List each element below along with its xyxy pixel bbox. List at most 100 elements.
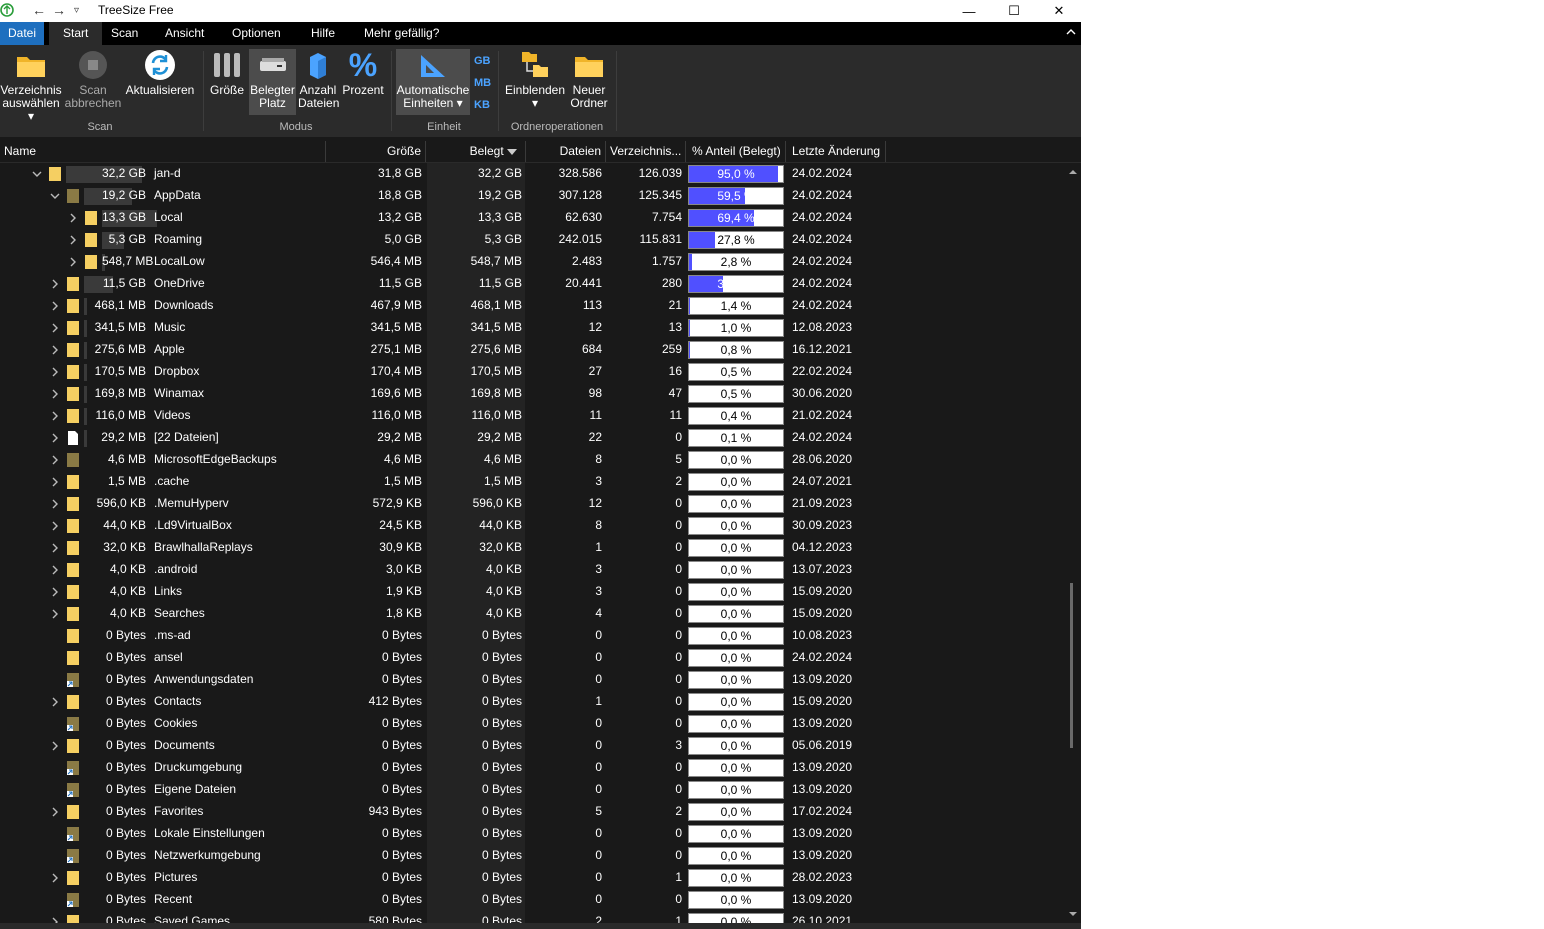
- close-button[interactable]: ✕: [1036, 0, 1081, 22]
- table-row[interactable]: 0 Bytes ansel 0 Bytes 0 Bytes 0 0 0,0 % 24.02.2…: [0, 647, 1065, 669]
- mode-percent-button[interactable]: % Prozent: [340, 49, 386, 97]
- chevron-right-icon[interactable]: [50, 323, 60, 333]
- table-row[interactable]: 4,0 KB .android 3,0 KB 4,0 KB 3 0 0,0 % 13.07.2…: [0, 559, 1065, 581]
- chevron-right-icon[interactable]: [50, 521, 60, 531]
- refresh-button[interactable]: Aktualisieren: [124, 49, 196, 97]
- chevron-right-icon[interactable]: [50, 433, 60, 443]
- chevron-right-icon[interactable]: [50, 565, 60, 575]
- menu-optionen[interactable]: Optionen: [224, 22, 289, 45]
- table-row[interactable]: 0 Bytes Eigene Dateien 0 Bytes 0 Bytes 0 0 0,0…: [0, 779, 1065, 801]
- chevron-down-icon[interactable]: [50, 191, 60, 201]
- abort-scan-button[interactable]: Scan abbrechen: [64, 49, 122, 110]
- mode-file-count-button[interactable]: Anzahl Dateien: [298, 49, 339, 110]
- table-row[interactable]: 169,8 MB Winamax 169,6 MB 169,8 MB 98 47 0,5 %…: [0, 383, 1065, 405]
- table-row[interactable]: 0 Bytes Druckumgebung 0 Bytes 0 Bytes 0 0 0,0 …: [0, 757, 1065, 779]
- mode-used-space-button[interactable]: Belegter Platz: [249, 49, 296, 115]
- chevron-right-icon[interactable]: [50, 543, 60, 553]
- chevron-right-icon[interactable]: [50, 455, 60, 465]
- column-header-percent[interactable]: % Anteil (Belegt): [686, 141, 786, 162]
- column-header-used[interactable]: Belegt: [426, 141, 526, 162]
- chevron-right-icon[interactable]: [50, 741, 60, 751]
- menu-ansicht[interactable]: Ansicht: [157, 22, 212, 45]
- table-row[interactable]: 548,7 MB LocalLow 546,4 MB 548,7 MB 2.483 1.7…: [0, 251, 1065, 273]
- chevron-right-icon[interactable]: [50, 367, 60, 377]
- folder-icon: [67, 695, 79, 709]
- menu-mehr-gefaellig[interactable]: Mehr gefällig?: [356, 22, 447, 45]
- chevron-right-icon[interactable]: [50, 389, 60, 399]
- table-row[interactable]: 29,2 MB [22 Dateien] 29,2 MB 29,2 MB 22 0 0,1 …: [0, 427, 1065, 449]
- column-header-directories[interactable]: Verzeichnis...: [606, 141, 686, 162]
- menu-scan[interactable]: Scan: [103, 22, 146, 45]
- chevron-right-icon[interactable]: [50, 477, 60, 487]
- table-row[interactable]: 13,3 GB Local 13,2 GB 13,3 GB 62.630 7.754 69,…: [0, 207, 1065, 229]
- table-row[interactable]: 44,0 KB .Ld9VirtualBox 24,5 KB 44,0 KB 8 0 0,0…: [0, 515, 1065, 537]
- chevron-right-icon[interactable]: [50, 279, 60, 289]
- menu-datei[interactable]: Datei: [0, 22, 45, 45]
- unit-gb-button[interactable]: GB: [474, 55, 491, 67]
- table-row[interactable]: 0 Bytes Favorites 943 Bytes 0 Bytes 5 2 0,0 % 1…: [0, 801, 1065, 823]
- chevron-right-icon[interactable]: [50, 301, 60, 311]
- chevron-right-icon[interactable]: [50, 873, 60, 883]
- table-row[interactable]: 1,5 MB .cache 1,5 MB 1,5 MB 3 2 0,0 % 24.07.202…: [0, 471, 1065, 493]
- chevron-right-icon[interactable]: [50, 499, 60, 509]
- column-header-modified[interactable]: Letzte Änderung: [786, 141, 886, 162]
- auto-units-button[interactable]: Automatische Einheiten ▾: [396, 49, 470, 115]
- table-row[interactable]: 116,0 MB Videos 116,0 MB 116,0 MB 11 11 0,4 % 2…: [0, 405, 1065, 427]
- minimize-button[interactable]: —: [946, 0, 992, 22]
- scrollbar-thumb[interactable]: [1070, 583, 1073, 748]
- table-row[interactable]: 0 Bytes Netzwerkumgebung 0 Bytes 0 Bytes 0 0 0…: [0, 845, 1065, 867]
- table-row[interactable]: 0 Bytes Documents 0 Bytes 0 Bytes 0 3 0,0 % 05.…: [0, 735, 1065, 757]
- unit-kb-button[interactable]: KB: [474, 99, 490, 111]
- select-directory-button[interactable]: Verzeichnis auswählen ▾: [0, 49, 62, 123]
- chevron-right-icon[interactable]: [50, 587, 60, 597]
- menu-start[interactable]: Start: [49, 22, 103, 45]
- show-button[interactable]: Einblenden ▾: [504, 49, 566, 110]
- table-row[interactable]: 32,2 GB jan-d 31,8 GB 32,2 GB 328.586 126.039…: [0, 163, 1065, 185]
- forward-arrow-icon[interactable]: →: [52, 2, 66, 18]
- column-header-name[interactable]: Name: [0, 141, 326, 162]
- menu-hilfe[interactable]: Hilfe: [303, 22, 343, 45]
- table-row[interactable]: 4,0 KB Links 1,9 KB 4,0 KB 3 0 0,0 % 15.09.2020: [0, 581, 1065, 603]
- chevron-down-icon[interactable]: [32, 169, 42, 179]
- chevron-right-icon[interactable]: [50, 807, 60, 817]
- chevron-right-icon[interactable]: [50, 697, 60, 707]
- chevron-right-icon[interactable]: [50, 609, 60, 619]
- column-header-size[interactable]: Größe: [326, 141, 426, 162]
- table-row[interactable]: 596,0 KB .MemuHyperv 572,9 KB 596,0 KB 12 0 0,…: [0, 493, 1065, 515]
- horizontal-scrollbar[interactable]: [0, 923, 1081, 929]
- column-header-files[interactable]: Dateien: [526, 141, 606, 162]
- table-row[interactable]: 0 Bytes .ms-ad 0 Bytes 0 Bytes 0 0 0,0 % 10.08.…: [0, 625, 1065, 647]
- table-row[interactable]: 275,6 MB Apple 275,1 MB 275,6 MB 684 259 0,8 %…: [0, 339, 1065, 361]
- table-row[interactable]: 4,0 KB Searches 1,8 KB 4,0 KB 4 0 0,0 % 15.09.2…: [0, 603, 1065, 625]
- table-row[interactable]: 170,5 MB Dropbox 170,4 MB 170,5 MB 27 16 0,5 %…: [0, 361, 1065, 383]
- table-row[interactable]: 0 Bytes Contacts 412 Bytes 0 Bytes 1 0 0,0 % 15…: [0, 691, 1065, 713]
- table-row[interactable]: 341,5 MB Music 341,5 MB 341,5 MB 12 13 1,0 % 12…: [0, 317, 1065, 339]
- chevron-up-icon[interactable]: [1065, 26, 1077, 38]
- mode-size-button[interactable]: Größe: [208, 49, 246, 97]
- table-row[interactable]: 0 Bytes Lokale Einstellungen 0 Bytes 0 Byte…: [0, 823, 1065, 845]
- chevron-right-icon[interactable]: [50, 345, 60, 355]
- scroll-up-icon[interactable]: [1065, 165, 1081, 179]
- maximize-button[interactable]: ☐: [991, 0, 1037, 22]
- quick-access-dropdown-icon[interactable]: ▿: [74, 5, 79, 16]
- chevron-right-icon[interactable]: [50, 411, 60, 421]
- chevron-right-icon[interactable]: [68, 257, 78, 267]
- table-row[interactable]: 0 Bytes Saved Games 580 Bytes 0 Bytes 2 1 0,0 …: [0, 911, 1065, 923]
- table-row[interactable]: 468,1 MB Downloads 467,9 MB 468,1 MB 113 21 1,…: [0, 295, 1065, 317]
- table-row[interactable]: 32,0 KB BrawlhallaReplays 30,9 KB 32,0 KB 1 0…: [0, 537, 1065, 559]
- new-folder-button[interactable]: Neuer Ordner: [568, 49, 610, 110]
- table-row[interactable]: 0 Bytes Recent 0 Bytes 0 Bytes 0 0 0,0 % 13.09.…: [0, 889, 1065, 911]
- scroll-down-icon[interactable]: [1065, 907, 1081, 921]
- vertical-scrollbar[interactable]: [1065, 163, 1081, 923]
- table-row[interactable]: 0 Bytes Cookies 0 Bytes 0 Bytes 0 0 0,0 % 13.09…: [0, 713, 1065, 735]
- unit-mb-button[interactable]: MB: [474, 77, 491, 89]
- table-row[interactable]: 11,5 GB OneDrive 11,5 GB 11,5 GB 20.441 280 35…: [0, 273, 1065, 295]
- chevron-right-icon[interactable]: [68, 235, 78, 245]
- table-row[interactable]: 5,3 GB Roaming 5,0 GB 5,3 GB 242.015 115.831 2…: [0, 229, 1065, 251]
- chevron-right-icon[interactable]: [68, 213, 78, 223]
- back-arrow-icon[interactable]: ←: [32, 2, 46, 18]
- table-row[interactable]: 19,2 GB AppData 18,8 GB 19,2 GB 307.128 125.3…: [0, 185, 1065, 207]
- table-row[interactable]: 4,6 MB MicrosoftEdgeBackups 4,6 MB 4,6 MB 8 5…: [0, 449, 1065, 471]
- table-row[interactable]: 0 Bytes Pictures 0 Bytes 0 Bytes 0 1 0,0 % 28.0…: [0, 867, 1065, 889]
- table-row[interactable]: 0 Bytes Anwendungsdaten 0 Bytes 0 Bytes 0 0 0,…: [0, 669, 1065, 691]
